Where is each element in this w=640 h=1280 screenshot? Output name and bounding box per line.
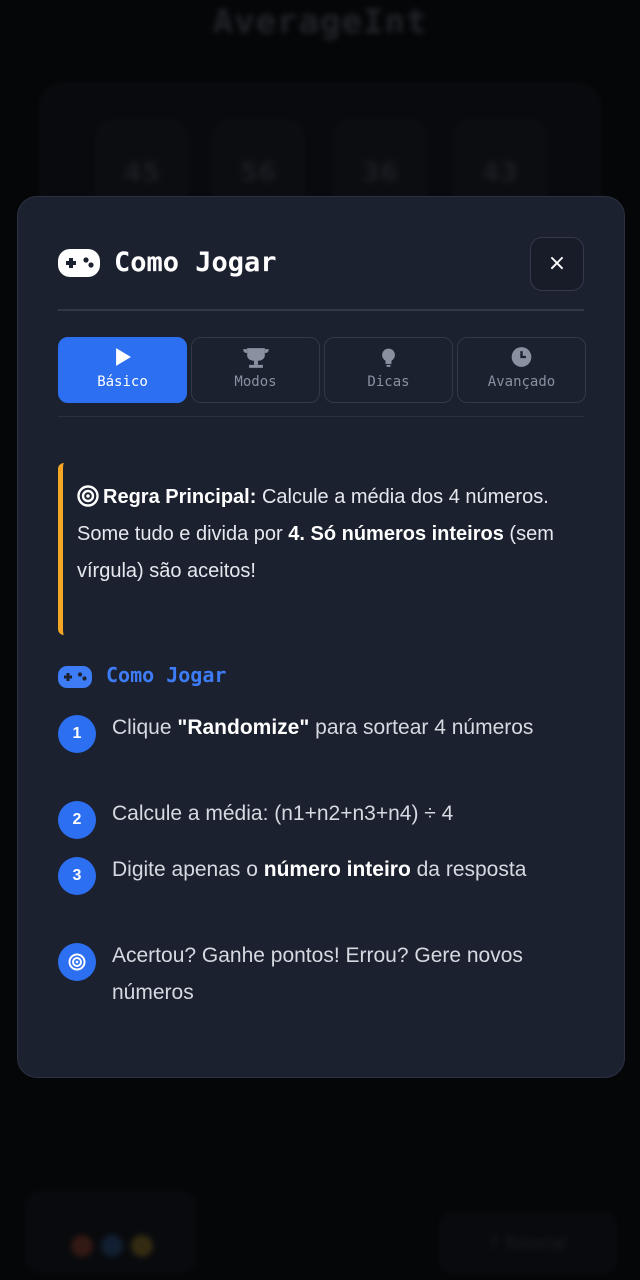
tab-dicas[interactable]: Dicas (324, 337, 453, 403)
tab-basico[interactable]: Básico (58, 337, 187, 403)
target-icon (68, 953, 86, 971)
close-icon: × (547, 251, 567, 276)
step-text: Digite apenas o número inteiro da respos… (112, 858, 527, 881)
trophy-icon (243, 348, 269, 368)
tab-label: Avançado (487, 374, 556, 390)
step-number: 1 (58, 715, 96, 753)
tab-label: Básico (97, 374, 148, 390)
tab-label: Modos (234, 374, 277, 390)
color-dot (131, 1235, 153, 1257)
gamepad-icon (58, 249, 100, 277)
clock-icon (511, 347, 532, 367)
modal-header: Como Jogar × (58, 237, 584, 291)
tab-bar: Básico Modos Dicas Avançado (58, 337, 586, 403)
close-button[interactable]: × (530, 237, 584, 291)
lightbulb-icon (382, 348, 395, 367)
tab-modos[interactable]: Modos (191, 337, 320, 403)
tab-label: Dicas (367, 374, 410, 390)
how-to-play-modal: Como Jogar × Básico Modos Dicas Avançado… (17, 196, 625, 1078)
main-rule-text: Regra Principal: Calcule a média dos 4 n… (77, 479, 558, 590)
step-text: Calcule a média: (n1+n2+n3+n4) ÷ 4 (112, 802, 454, 825)
step-badge-target (58, 943, 96, 981)
step-number: 3 (58, 857, 96, 895)
play-icon (116, 348, 131, 366)
tabs-divider (58, 416, 584, 417)
main-rule-callout: Regra Principal: Calcule a média dos 4 n… (58, 463, 558, 635)
section-title: Como Jogar (106, 663, 227, 687)
tutorial-button: ? Tutorial (440, 1212, 616, 1274)
app-title: AverageInt (212, 2, 428, 42)
rule-label: Regra Principal: (103, 486, 257, 508)
step-text: Acertou? Ganhe pontos! Errou? Gere novos… (112, 944, 523, 1004)
gamepad-icon (58, 666, 92, 688)
rule-text-bold: 4. Só números inteiros (288, 523, 504, 545)
color-dot (71, 1235, 93, 1257)
tab-avancado[interactable]: Avançado (457, 337, 586, 403)
settings-panel (26, 1192, 196, 1272)
target-icon (77, 485, 99, 507)
header-divider (58, 309, 584, 311)
step-text: Clique "Randomize" para sortear 4 número… (112, 716, 534, 739)
modal-title: Como Jogar (114, 247, 277, 278)
color-dot (101, 1235, 123, 1257)
step-number: 2 (58, 801, 96, 839)
